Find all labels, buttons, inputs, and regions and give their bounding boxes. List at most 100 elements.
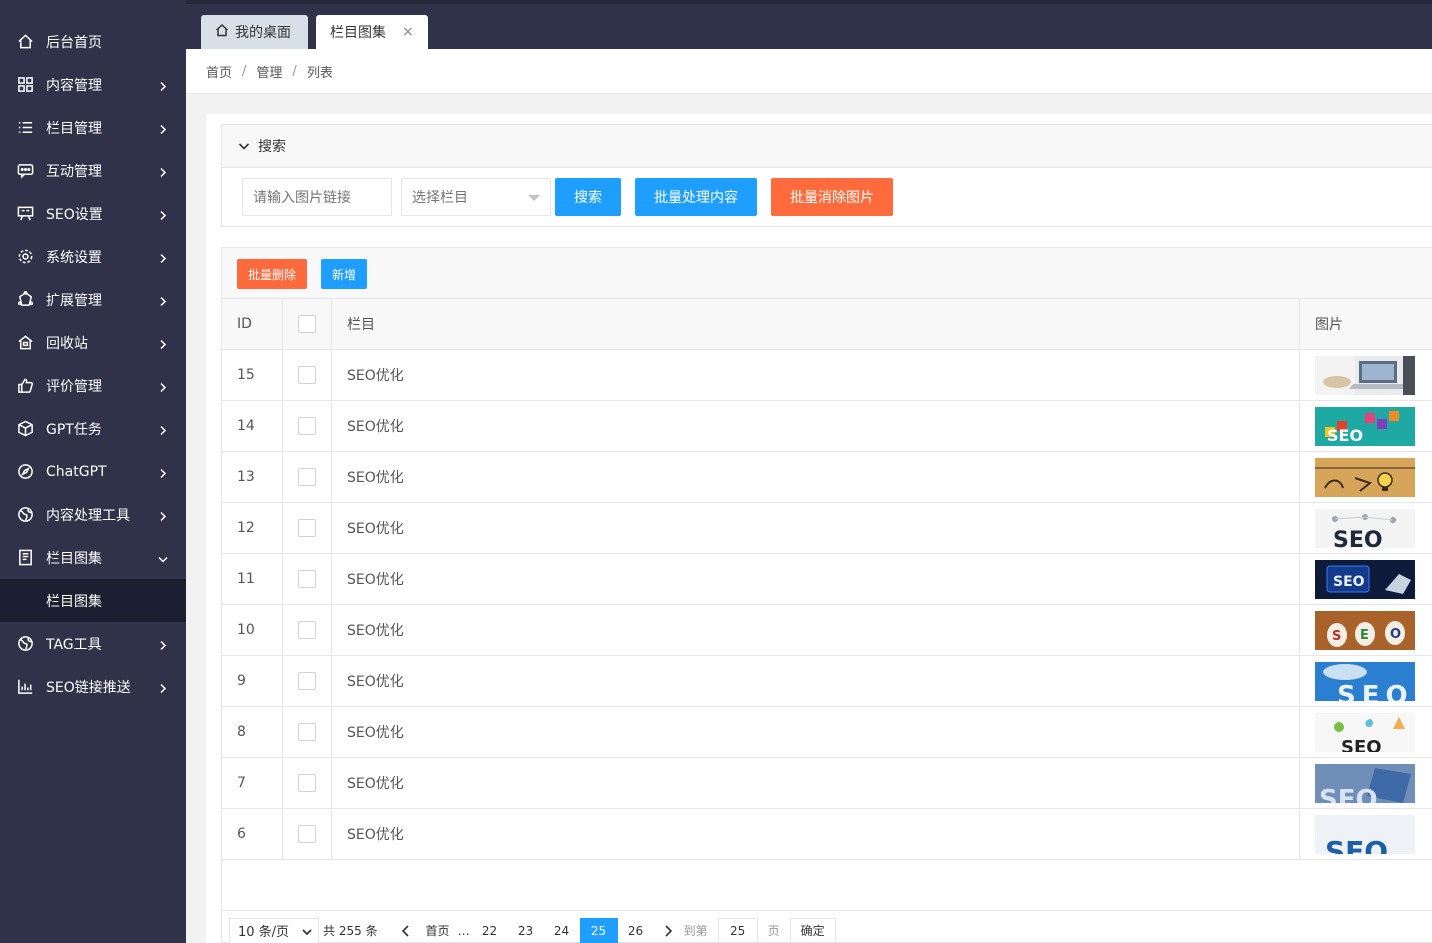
page-button[interactable]: 26 [618,918,654,943]
page-button[interactable]: 23 [508,918,544,943]
home-icon [215,23,235,41]
row-checkbox[interactable] [298,621,316,639]
first-page-button[interactable]: 首页 [420,918,456,943]
gear-icon [16,248,34,266]
table-row[interactable]: 15 SEO优化 [222,350,1432,401]
sidebar-item-category[interactable]: 栏目管理 [0,106,186,149]
chevron-right-icon [158,251,168,263]
search-button[interactable]: 搜索 [555,178,621,216]
table-row[interactable]: 12 SEO优化 SEO [222,503,1432,554]
batch-clear-images-button[interactable]: 批量消除图片 [771,178,893,216]
image-link-input[interactable]: 请输入图片链接 [242,178,392,216]
row-id: 11 [222,554,283,604]
compass-icon [16,463,34,481]
row-checkbox[interactable] [298,672,316,690]
sidebar-item-extension[interactable]: 扩展管理 [0,278,186,321]
batch-process-button[interactable]: 批量处理内容 [635,178,757,216]
thumbnail-text: O [1390,627,1401,642]
goto-confirm-button[interactable]: 确定 [789,917,836,943]
thumbnail-text: SEO [1341,737,1382,752]
sidebar-item-label: TAG工具 [46,636,102,653]
thumbnail-seo-3d[interactable]: SEO [1315,763,1415,803]
sidebar-item-recycle[interactable]: 回收站 [0,321,186,364]
chevron-down-icon [238,143,250,150]
sidebar-item-content-tools[interactable]: 内容处理工具 [0,493,186,536]
row-checkbox[interactable] [298,366,316,384]
select-all-checkbox[interactable] [298,315,316,333]
row-checkbox[interactable] [298,825,316,843]
thumbnail-seo-robot[interactable]: SEO [1315,559,1415,599]
page-button[interactable]: 24 [544,918,580,943]
chevron-left-icon [401,924,409,937]
tab-album[interactable]: 栏目图集 × [316,15,428,49]
page-unit: 页 [767,924,780,938]
tab-bar: 我的桌面 栏目图集 × [186,0,1432,49]
bar-chart-icon [16,678,34,696]
sidebar-subitem-album[interactable]: 栏目图集 [0,579,186,622]
thumbnail-seo-eggs[interactable]: S E O [1315,610,1415,650]
row-id: 13 [222,452,283,502]
table-row[interactable]: 10 SEO优化 S E O [222,605,1432,656]
page-size-value: 10 条/页 [238,925,290,940]
row-checkbox[interactable] [298,417,316,435]
thumbnail-text: SEO [1327,426,1363,445]
tab-label: 栏目图集 [330,25,386,41]
sidebar-item-system[interactable]: 系统设置 [0,235,186,278]
goto-page-input[interactable]: 25 [717,917,758,943]
table-row[interactable]: 6 SEO优化 SEO [222,809,1432,860]
chevron-right-icon [664,924,672,937]
chevron-right-icon [158,380,168,392]
sidebar-item-chatgpt[interactable]: ChatGPT [0,450,186,493]
sidebar-item-gpt-task[interactable]: GPT任务 [0,407,186,450]
table-row[interactable]: 13 SEO优化 [222,452,1432,503]
thumbnail-seo-icons[interactable]: SEO [1315,508,1415,548]
close-icon[interactable]: × [402,24,414,40]
prev-page-button[interactable] [392,918,420,943]
row-category: SEO优化 [332,758,1300,808]
thumbnail-lightbulb[interactable] [1315,457,1415,497]
add-button[interactable]: 新增 [321,259,367,289]
thumbnail-seo-cloud[interactable]: SEO [1315,661,1415,701]
header-image[interactable]: 图片 [1300,299,1432,349]
sidebar-item-content[interactable]: 内容管理 [0,63,186,106]
page-size-select[interactable]: 10 条/页 [229,917,319,943]
sidebar-item-seo-push[interactable]: SEO链接推送 [0,665,186,708]
sidebar-item-interaction[interactable]: 互动管理 [0,149,186,192]
table-row[interactable]: 8 SEO优化 SEO [222,707,1432,758]
thumbnail-seo-blue[interactable]: SEO [1315,814,1415,854]
batch-delete-button[interactable]: 批量删除 [237,259,307,289]
sidebar-item-review[interactable]: 评价管理 [0,364,186,407]
search-panel-header[interactable]: 搜索 [222,125,1432,168]
row-checkbox[interactable] [298,519,316,537]
current-page[interactable]: 25 [579,917,618,943]
row-checkbox[interactable] [298,723,316,741]
tab-home[interactable]: 我的桌面 [201,15,308,49]
page-button[interactable]: 22 [472,918,508,943]
sidebar-item-home[interactable]: 后台首页 [0,20,186,63]
table-row[interactable]: 9 SEO优化 SEO [222,656,1432,707]
category-select[interactable]: 选择栏目 [401,178,551,216]
sidebar-item-album[interactable]: 栏目图集 [0,536,186,579]
thumbnail-seo-rocket[interactable]: SEO [1315,712,1415,752]
breadcrumb-home[interactable]: 首页 [206,62,232,81]
sidebar-item-seo[interactable]: SEO设置 [0,192,186,235]
header-id[interactable]: ID [222,299,283,349]
grid-icon [16,76,34,94]
row-checkbox[interactable] [298,468,316,486]
list-icon [16,119,34,137]
thumbnail-seo-blocks[interactable]: SEO [1315,406,1415,446]
thumbnail-laptop[interactable] [1315,355,1415,395]
table-row[interactable]: 7 SEO优化 SEO [222,758,1432,809]
table-row[interactable]: 14 SEO优化 SEO [222,401,1432,452]
breadcrumb-manage[interactable]: 管理 [256,62,282,81]
row-checkbox[interactable] [298,774,316,792]
sidebar-item-tag-tool[interactable]: TAG工具 [0,622,186,665]
row-id: 6 [222,809,283,859]
row-checkbox[interactable] [298,570,316,588]
row-id: 10 [222,605,283,655]
next-page-button[interactable] [654,918,682,943]
sidebar-item-label: 回收站 [46,335,88,352]
header-category[interactable]: 栏目 [332,299,1300,349]
chevron-right-icon [158,681,168,693]
table-row[interactable]: 11 SEO优化 SEO [222,554,1432,605]
